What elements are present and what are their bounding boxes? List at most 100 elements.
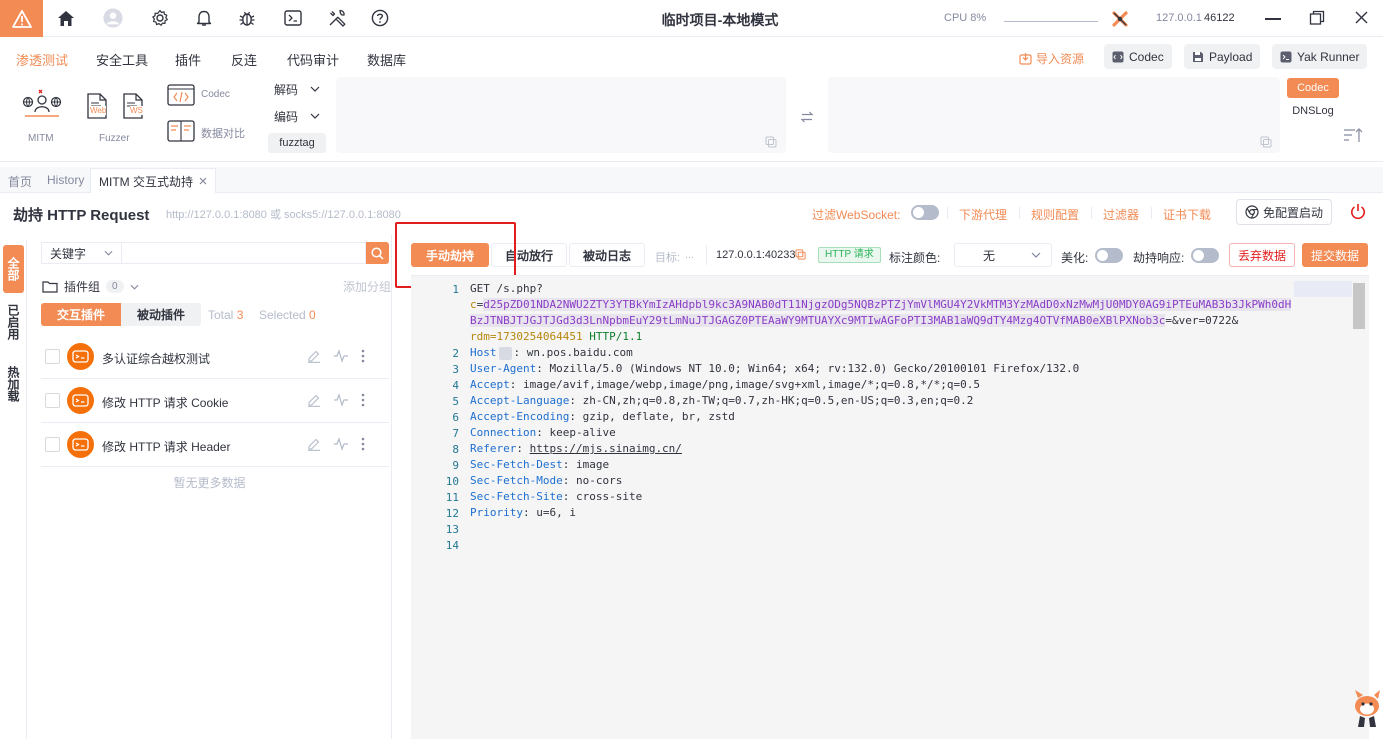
close-icon[interactable] [1354,10,1369,25]
menu-plugins[interactable]: 插件 [175,50,201,69]
tab-history[interactable]: History [47,173,84,187]
plugin-search-input[interactable] [121,242,366,264]
bug-icon[interactable] [237,8,257,28]
search-type-select[interactable]: 关键字 [41,242,121,264]
sort-icon[interactable] [1343,127,1363,143]
activity-icon[interactable] [333,437,349,451]
codec-tool-label[interactable]: Codec [201,89,230,100]
header-value[interactable]: https://mjs.sinaimg.cn/ [530,442,682,455]
activity-icon[interactable] [333,349,349,363]
header-value: cross-site [575,490,643,503]
header-line: Accept: image/avif,image/webp,image/png,… [470,378,980,391]
tab-interactive-plugins[interactable]: 交互插件 [41,303,121,326]
request-editor[interactable]: 1 2 3 4 5 6 7 8 9 10 11 12 13 14 GET /s.… [411,275,1369,739]
vtab-hot-reload[interactable]: 热加载 [3,360,24,408]
more-icon[interactable] [361,393,365,407]
plugin-name: 修改 HTTP 请求 Header [102,440,231,454]
codec-tool[interactable] [167,84,195,106]
copy-output-icon[interactable] [1260,136,1272,148]
compare-label[interactable]: 数据对比 [201,125,245,141]
plugin-item[interactable]: 多认证综合越权测试 [41,335,389,379]
page-header: 劫持 HTTP Request http://127.0.0.1:8080 或 … [0,193,1383,235]
side-tab-codec[interactable]: Codec [1287,78,1339,98]
copy-icon[interactable] [765,136,777,148]
line-number: 7 [452,427,459,440]
mark-color-select[interactable]: 无 [954,243,1052,267]
yak-runner-button[interactable]: Yak Runner [1272,44,1368,69]
page-title: 劫持 HTTP Request [13,207,150,224]
menu-security-tools[interactable]: 安全工具 [96,50,148,69]
power-icon[interactable] [1350,203,1366,220]
tab-mitm[interactable]: MITM 交互式劫持 [90,168,216,193]
editor-scrollbar[interactable] [1353,283,1365,329]
codec-output-area[interactable] [828,77,1280,153]
plugin-checkbox[interactable] [45,349,60,364]
close-tab-icon[interactable] [199,177,207,185]
plugin-item[interactable]: 修改 HTTP 请求 Header [41,423,389,467]
filters-link[interactable]: 过滤器 [1103,206,1139,223]
submit-data-button[interactable]: 提交数据 [1302,243,1368,267]
codec-input-area[interactable] [336,77,786,153]
menu-code-audit[interactable]: 代码审计 [287,50,339,69]
copy-address-icon[interactable] [795,249,806,260]
plugin-item[interactable]: 修改 HTTP 请求 Cookie [41,379,389,423]
mascot-icon[interactable] [1352,688,1382,728]
target-value: ... [685,249,695,261]
yak-plugin-icon [67,343,94,370]
more-icon[interactable] [361,437,365,451]
add-group-link[interactable]: 添加分组 [343,278,391,295]
passive-log-button[interactable]: 被动日志 [569,243,645,267]
menu-reverse[interactable]: 反连 [231,50,257,69]
user-avatar-icon[interactable] [103,8,123,28]
fuzztag-button[interactable]: fuzztag [268,133,326,153]
tools-icon[interactable] [327,8,347,28]
menu-pentest[interactable]: 渗透测试 [16,50,68,69]
restore-icon[interactable] [1309,10,1325,26]
chevron-down-icon [310,86,320,92]
mitm-tool[interactable] [22,88,62,122]
edit-icon[interactable] [307,393,321,407]
header-key: Priority [470,506,523,519]
vtab-enabled[interactable]: 已启用 [3,298,24,346]
beautify-toggle[interactable] [1095,248,1123,263]
downstream-proxy-link[interactable]: 下游代理 [959,206,1007,223]
side-tab-dnslog[interactable]: DNSLog [1287,101,1339,121]
no-config-start-button[interactable]: 免配置启动 [1236,199,1332,225]
filter-websocket-toggle[interactable] [911,205,939,220]
encode-select[interactable]: 编码 [268,105,326,127]
ws-fuzzer-tool[interactable]: WS [122,93,144,119]
data-compare-tool[interactable] [167,120,195,142]
plugin-checkbox[interactable] [45,393,60,408]
search-button[interactable] [366,242,389,264]
rules-config-link[interactable]: 规则配置 [1031,206,1079,223]
codec-label: Codec [1129,49,1164,64]
vtab-all[interactable]: 全部 [3,245,24,293]
home-icon[interactable] [56,8,76,28]
codec-button[interactable]: Codec [1104,44,1172,69]
plugin-group-select[interactable]: 插件组 0 [42,278,139,295]
gear-icon[interactable] [150,8,170,28]
hijack-response-toggle[interactable] [1191,248,1219,263]
warning-icon[interactable] [0,0,43,37]
minimize-icon[interactable] [1265,18,1281,20]
tab-home[interactable]: 首页 [8,173,32,190]
help-icon[interactable] [370,8,390,28]
web-fuzzer-tool[interactable]: Web [86,93,108,119]
plugin-checkbox[interactable] [45,437,60,452]
import-resource-button[interactable]: 导入资源 [1019,50,1084,67]
menu-database[interactable]: 数据库 [367,50,406,69]
bell-icon[interactable] [194,8,214,28]
payload-button[interactable]: Payload [1184,44,1261,69]
discard-data-button[interactable]: 丢弃数据 [1229,243,1295,267]
engine-link-icon[interactable] [1110,9,1130,29]
editor-minimap[interactable] [1294,281,1352,297]
swap-icon[interactable] [800,110,814,124]
activity-icon[interactable] [333,393,349,407]
terminal-icon[interactable] [283,8,303,28]
cert-download-link[interactable]: 证书下载 [1163,206,1211,223]
edit-icon[interactable] [307,349,321,363]
more-icon[interactable] [361,349,365,363]
decode-select[interactable]: 解码 [268,78,326,100]
tab-passive-plugins[interactable]: 被动插件 [121,303,201,326]
edit-icon[interactable] [307,437,321,451]
